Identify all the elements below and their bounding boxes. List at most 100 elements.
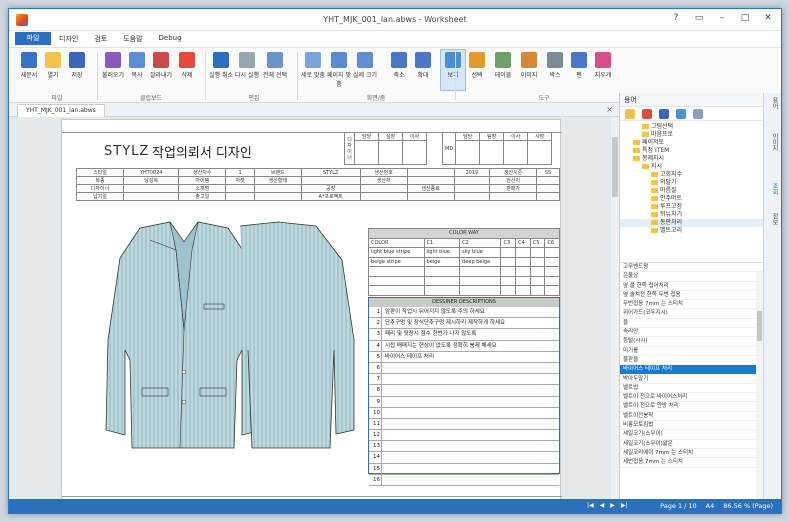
select-button[interactable]: 선택 xyxy=(465,50,489,90)
description-row[interactable]: 6 xyxy=(369,362,559,375)
list-item[interactable]: 은불상 xyxy=(620,272,763,282)
copy-icon[interactable] xyxy=(693,109,703,119)
open-button[interactable]: 열기 xyxy=(41,50,65,90)
list-item[interactable]: 비롱모토킴법 xyxy=(620,421,763,431)
description-row[interactable]: 3 패리 및 뒷장시 점수 한번가 나지 않도록 xyxy=(369,329,559,341)
last-page-icon[interactable]: ▶| xyxy=(621,502,628,509)
description-row[interactable]: 1 앞판이 작업시 뒤어지지 않도록 주의 하세요 xyxy=(369,307,559,319)
description-row[interactable]: 4 시접 매매지는 현상이 없도록 정확히 봉제 해세요 xyxy=(369,340,559,352)
zoom-in-button[interactable]: 확대 xyxy=(411,50,435,90)
redo-button[interactable]: 다시 실행 xyxy=(235,50,259,90)
description-row[interactable]: 15 xyxy=(369,463,559,475)
tree-node[interactable]: 지시 xyxy=(620,163,763,171)
cut-button[interactable]: 잘라내기 xyxy=(149,50,173,90)
list-item[interactable]: 옆 솔쳐전 한쪽 두번 접음 xyxy=(620,291,763,301)
prev-page-icon[interactable]: ◀ xyxy=(600,502,605,509)
list-item[interactable]: 두번접음 7mm 는 스티치 xyxy=(620,300,763,310)
next-page-icon[interactable]: ▶ xyxy=(610,502,615,509)
menu-debug[interactable]: Debug xyxy=(159,34,182,44)
tree-node[interactable]: 페이저토 xyxy=(620,139,763,147)
save-button[interactable]: 저장 xyxy=(65,50,89,90)
fit-width-button[interactable]: 세로 맞춤 xyxy=(301,50,325,90)
list-item[interactable]: 옆 을 한쪽 접어처리 xyxy=(620,282,763,291)
tree-node[interactable]: 그림선택 xyxy=(620,123,763,131)
description-row[interactable]: 13 xyxy=(369,441,559,453)
list-item[interactable]: 세일코기(스무이)얇은 xyxy=(620,440,763,449)
undo-button[interactable]: 실행 취소 xyxy=(209,50,233,90)
tree-node[interactable]: 벨트고리 xyxy=(620,227,763,235)
fit-page-button[interactable]: 페이지 맞춤 xyxy=(327,50,351,90)
tree-node[interactable]: 의달기 xyxy=(620,179,763,187)
description-row[interactable]: 12 xyxy=(369,430,559,442)
document-canvas[interactable]: STYLZ 작업의뢰서 디자인 디자이너 담당 실장 이사 MD 담당 팀장 이사 사장 스타… xyxy=(9,117,611,507)
actual-size-button[interactable]: 실제 크기 xyxy=(353,50,377,90)
delete-button[interactable]: 삭제 xyxy=(175,50,199,90)
first-page-icon[interactable]: |◀ xyxy=(587,502,594,509)
pen-button[interactable]: 펜 xyxy=(567,50,591,90)
menu-design[interactable]: 디자인 xyxy=(59,34,78,44)
list-item[interactable]: 바이어스 테이프 처리 xyxy=(620,365,763,375)
link-icon[interactable] xyxy=(676,109,686,119)
zoom-out-button[interactable]: 축소 xyxy=(387,50,411,90)
tree-node[interactable]: 마음프로 xyxy=(620,131,763,139)
tree-node[interactable]: 특정 ITEM xyxy=(620,147,763,155)
tree-node[interactable]: 마름질 xyxy=(620,187,763,195)
list-item[interactable]: 을 xyxy=(620,319,763,329)
description-row[interactable]: 8 xyxy=(369,385,559,397)
help-icon[interactable]: ? xyxy=(669,13,683,23)
minimize-button[interactable]: – xyxy=(715,13,729,23)
tree-node[interactable]: 고회지수 xyxy=(620,171,763,179)
restore-ribbon-icon[interactable]: ▭ xyxy=(692,13,706,23)
side-tab[interactable]: 용어 xyxy=(767,97,779,109)
canvas-vertical-scrollbar[interactable] xyxy=(611,117,619,499)
save-icon[interactable] xyxy=(659,109,669,119)
list-item[interactable]: 세번접음 7mm 는 스티치 xyxy=(620,458,763,468)
description-row[interactable]: 5 바이어스 테이프 처리 xyxy=(369,351,559,363)
menu-help[interactable]: 도움말 xyxy=(123,34,142,44)
list-item[interactable]: 고무밴드왕 xyxy=(620,263,763,273)
description-row[interactable]: 10 xyxy=(369,407,559,419)
side-tab[interactable]: 이미지 xyxy=(767,133,779,151)
list-item[interactable]: 벨트법 xyxy=(620,384,763,394)
worksheet-page[interactable]: STYLZ 작업의뢰서 디자인 디자이너 담당 실장 이사 MD 담당 팀장 이사 사장 스타… xyxy=(61,119,562,505)
maximize-button[interactable]: □ xyxy=(738,13,752,23)
tab-document[interactable]: YHT_MJK_001_lan.abws xyxy=(17,104,105,117)
list-item[interactable]: 등털(시시) xyxy=(620,337,763,347)
description-row[interactable]: 14 xyxy=(369,452,559,464)
delete-icon[interactable] xyxy=(642,109,652,119)
menu-review[interactable]: 검토 xyxy=(94,34,107,44)
list-item[interactable]: 박아두말기 xyxy=(620,375,763,384)
tree-node[interactable]: 안주머트 xyxy=(620,195,763,203)
list-item[interactable]: 세일코리에이 7mm 는 스티치 xyxy=(620,449,763,459)
list-item[interactable]: 속리안 xyxy=(620,328,763,338)
eraser-button[interactable]: 지우개 xyxy=(591,50,615,90)
file-menu-button[interactable]: 파일 xyxy=(15,32,51,45)
new-button[interactable]: 새문서 xyxy=(17,50,41,90)
description-row[interactable]: 2 단추구멍 및 장식단추구멍 제시하리 제작하게 하세요 xyxy=(369,318,559,330)
tree-node[interactable]: 동판처리 xyxy=(620,219,763,227)
list-item[interactable]: 벨트이 전으로 얀방 처리 xyxy=(620,402,763,412)
list-item[interactable]: 벨트이전봉착 xyxy=(620,412,763,422)
view-button[interactable]: 보기 xyxy=(440,49,466,91)
table-button[interactable]: 테이블 xyxy=(491,50,515,90)
terms-list-scrollbar[interactable] xyxy=(756,271,763,503)
status-zoom[interactable]: 86.56 % (Page) xyxy=(723,502,773,510)
list-item[interactable]: 세일코기(스무이) xyxy=(620,430,763,440)
tree-node[interactable]: 뒤뉴지기 xyxy=(620,211,763,219)
list-item[interactable]: 위어가드(코두지시) xyxy=(620,309,763,319)
copy-button[interactable]: 복사 xyxy=(125,50,149,90)
terms-tree[interactable]: 그림선택 마음프로 페이저토 특정 ITEM 봉제지시 지시 고회지수 의달기 마름질 안주머트 루… xyxy=(620,121,763,263)
terms-list[interactable]: 고무밴드왕 은불상 옆 을 한쪽 접어처리 옆 솔쳐전 한쪽 두번 접음 두번접음 7m… xyxy=(620,263,763,499)
list-item[interactable]: 벨트이 전으로 바이어스처리 xyxy=(620,393,763,403)
description-row[interactable]: 9 xyxy=(369,396,559,408)
tree-node[interactable]: 봉제지시 xyxy=(620,155,763,163)
side-tab[interactable]: 조회 xyxy=(767,183,779,195)
close-button[interactable]: ✕ xyxy=(761,13,775,23)
new-folder-icon[interactable] xyxy=(625,109,635,119)
image-button[interactable]: 이미지 xyxy=(517,50,541,90)
select-all-button[interactable]: 전체 선택 xyxy=(263,50,287,90)
load-button[interactable]: 불러오기 xyxy=(101,50,125,90)
close-tab-icon[interactable]: × xyxy=(606,105,613,114)
tree-node[interactable]: 루프고정 xyxy=(620,203,763,211)
list-item[interactable]: 물판을 xyxy=(620,356,763,366)
